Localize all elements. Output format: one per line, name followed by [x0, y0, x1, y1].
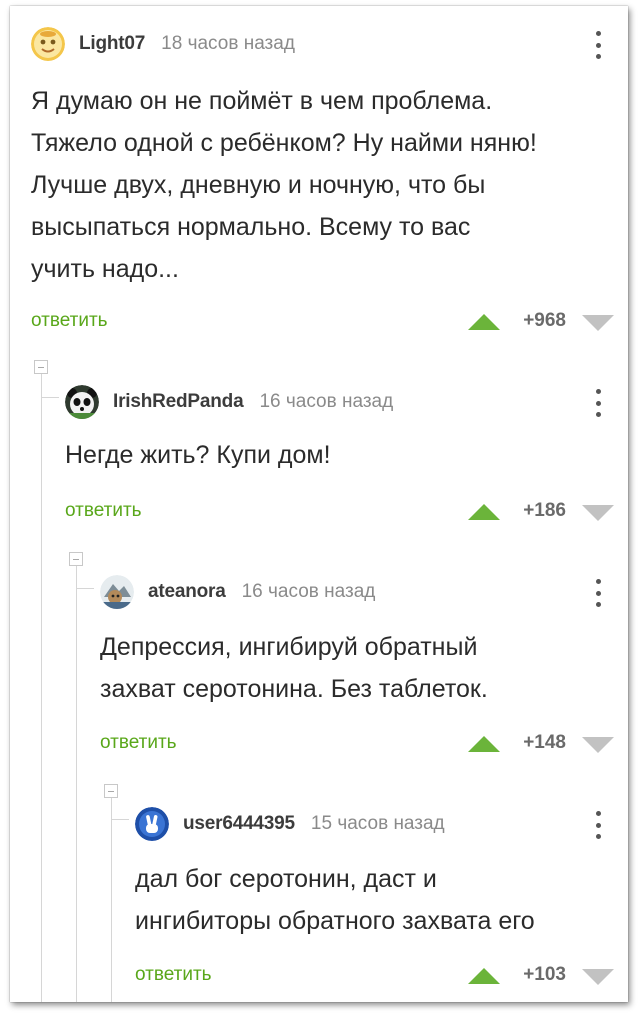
upvote-arrow-icon[interactable]: [468, 504, 500, 520]
username[interactable]: user6444395: [183, 813, 295, 835]
reply-button[interactable]: ответить: [65, 500, 142, 522]
comment-actions: ответить +148: [100, 730, 628, 760]
username[interactable]: IrishRedPanda: [113, 391, 244, 413]
reply-button[interactable]: ответить: [100, 732, 177, 754]
comment-irishredpanda: IrishRedPanda 16 часов назад Негде жить?…: [65, 382, 628, 532]
comment-header: user6444395 15 часов назад: [135, 804, 445, 844]
thread-branch: [76, 588, 94, 589]
downvote-arrow-icon[interactable]: [582, 315, 614, 331]
comment-text-line: Лучше двух, дневную и ночную, что бы: [31, 171, 486, 199]
upvote-arrow-icon[interactable]: [468, 314, 500, 330]
username[interactable]: ateanora: [148, 581, 226, 603]
comment-header: Light07 18 часов назад: [31, 24, 295, 64]
timestamp: 16 часов назад: [259, 391, 394, 412]
comment-text: Я думаю он не поймёт в чем проблема. Тяж…: [31, 80, 598, 290]
downvote-arrow-icon[interactable]: [582, 505, 614, 521]
comments-panel: Light07 18 часов назад Я думаю он не пой…: [10, 6, 628, 1002]
comment-text: Негде жить? Купи дом!: [65, 434, 598, 476]
comment-text: дал бог серотонин, даст и ингибиторы обр…: [135, 858, 598, 942]
collapse-toggle-irishredpanda[interactable]: [34, 360, 48, 374]
username[interactable]: Light07: [79, 33, 145, 55]
thread-line-level-3: [111, 798, 112, 1002]
reply-button[interactable]: ответить: [135, 964, 212, 986]
comment-text-line: Негде жить? Купи дом!: [65, 441, 331, 469]
comment-text: Депрессия, ингибируй обратный захват сер…: [100, 626, 598, 710]
rating-count: +186: [523, 500, 566, 521]
more-options-icon[interactable]: [592, 29, 604, 61]
rating-count: +103: [523, 964, 566, 985]
thread-line-level-2: [76, 566, 77, 1002]
comment-text-line: Тяжело одной с ребёнком? Ну найми няню!: [31, 129, 537, 157]
comment-header: IrishRedPanda 16 часов назад: [65, 382, 393, 422]
comment-text-line: учить надо...: [31, 255, 179, 283]
thread-branch: [41, 397, 59, 398]
comment-actions: ответить +968: [31, 308, 628, 338]
panda-avatar-icon[interactable]: [65, 385, 99, 419]
comment-actions: ответить +186: [65, 498, 628, 528]
thread-branch: [111, 819, 129, 820]
photo-avatar-icon[interactable]: [100, 575, 134, 609]
comment-actions: ответить +103: [135, 962, 628, 992]
yellow-face-avatar-icon[interactable]: [31, 27, 65, 61]
comment-text-line: ингибиторы обратного захвата его: [135, 907, 535, 935]
comment-text-line: Депрессия, ингибируй обратный: [100, 633, 478, 661]
downvote-arrow-icon[interactable]: [582, 737, 614, 753]
comment-text-line: высыпаться нормально. Всему то вас: [31, 213, 471, 241]
timestamp: 15 часов назад: [310, 813, 445, 834]
comment-ateanora: ateanora 16 часов назад Депрессия, ингиб…: [100, 572, 628, 762]
collapse-toggle-user6444395[interactable]: [104, 784, 118, 798]
rating-count: +148: [523, 732, 566, 753]
comment-header: ateanora 16 часов назад: [100, 572, 375, 612]
timestamp: 18 часов назад: [161, 33, 295, 54]
more-options-icon[interactable]: [592, 387, 604, 419]
comment-text-line: дал бог серотонин, даст и: [135, 865, 437, 893]
more-options-icon[interactable]: [592, 809, 604, 841]
comment-user6444395: user6444395 15 часов назад дал бог серот…: [135, 804, 628, 994]
rating-count: +968: [523, 310, 566, 331]
upvote-arrow-icon[interactable]: [468, 968, 500, 984]
reply-button[interactable]: ответить: [31, 310, 108, 332]
more-options-icon[interactable]: [592, 577, 604, 609]
thread-line-level-1: [41, 374, 42, 1002]
comment-text-line: Я думаю он не поймёт в чем проблема.: [31, 87, 493, 115]
upvote-arrow-icon[interactable]: [468, 736, 500, 752]
peace-hand-avatar-icon[interactable]: [135, 807, 169, 841]
collapse-toggle-ateanora[interactable]: [69, 552, 83, 566]
timestamp: 16 часов назад: [241, 581, 376, 602]
comment-light07: Light07 18 часов назад Я думаю он не пой…: [31, 24, 628, 344]
comment-text-line: захват серотонина. Без таблеток.: [100, 675, 488, 703]
downvote-arrow-icon[interactable]: [582, 969, 614, 985]
